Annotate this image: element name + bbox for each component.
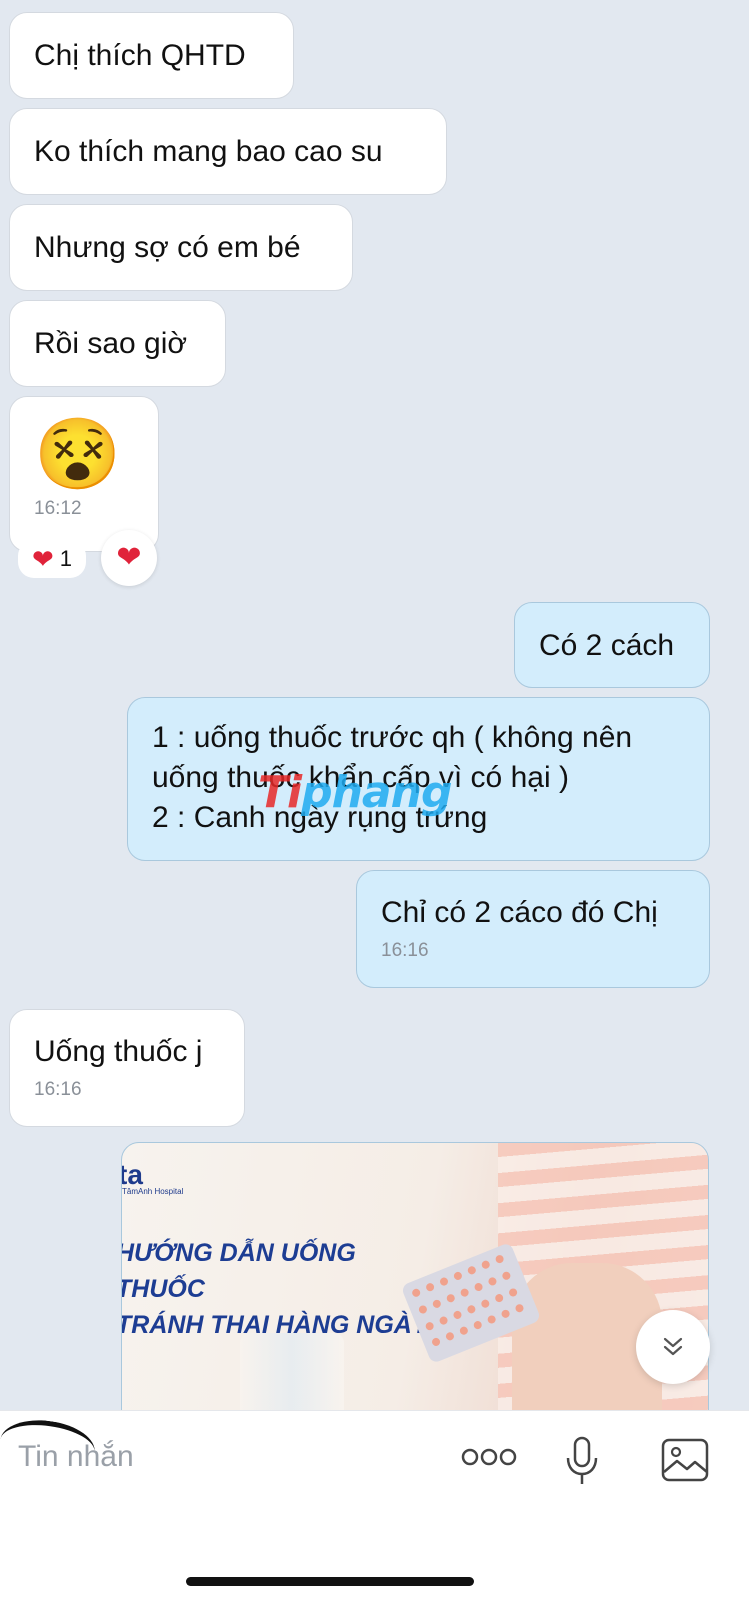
message-text: Uống thuốc j xyxy=(34,1035,203,1068)
ellipsis-icon xyxy=(461,1448,517,1466)
message-text: Rồi sao giờ xyxy=(34,327,188,360)
message-bubble[interactable]: Chỉ có 2 cáco đó Chị 16:16 xyxy=(356,870,710,988)
message-timestamp: 16:16 xyxy=(381,940,429,961)
message-bubble[interactable]: Uống thuốc j 16:16 xyxy=(9,1009,245,1127)
message-input[interactable] xyxy=(18,1431,418,1483)
reaction-count: 1 xyxy=(59,546,73,571)
message-bubble[interactable]: Nhưng sợ có em bé xyxy=(9,204,353,291)
message-bubble[interactable]: Chị thích QHTD xyxy=(9,12,294,99)
microphone-icon xyxy=(566,1436,598,1484)
heart-icon: ❤ xyxy=(116,541,142,574)
voice-message-button[interactable] xyxy=(560,1435,604,1487)
reaction-count-badge[interactable]: ❤ 1 xyxy=(18,540,86,578)
chevron-double-down-icon xyxy=(663,1337,683,1356)
message-timestamp: 16:12 xyxy=(34,498,82,519)
image-icon xyxy=(661,1438,709,1482)
message-bubble[interactable]: 1 : uống thuốc trước qh ( không nên uống… xyxy=(127,697,710,861)
message-timestamp: 16:16 xyxy=(34,1079,82,1100)
home-indicator[interactable] xyxy=(186,1577,474,1586)
message-text: Có 2 cách xyxy=(539,629,675,662)
scroll-to-bottom-button[interactable] xyxy=(636,1310,710,1384)
message-text: Chỉ có 2 cáco đó Chị xyxy=(381,896,658,929)
sticker-bubble[interactable]: 😵 16:12 xyxy=(9,396,159,552)
more-options-button[interactable] xyxy=(460,1435,518,1479)
send-image-button[interactable] xyxy=(660,1435,710,1485)
message-text: Ko thích mang bao cao su xyxy=(34,135,383,168)
message-text: Nhưng sợ có em bé xyxy=(34,231,301,264)
message-bubble[interactable]: Ko thích mang bao cao su xyxy=(9,108,447,195)
heart-icon: ❤ xyxy=(31,544,54,574)
hospital-logo-subtext: TâmAnh Hospital xyxy=(122,1187,184,1196)
message-text: 1 : uống thuốc trước qh ( không nên uống… xyxy=(152,721,633,834)
message-composer xyxy=(0,1410,749,1600)
message-bubble[interactable]: Có 2 cách xyxy=(514,602,710,688)
image-message-card[interactable]: ta TâmAnh Hospital HƯỚNG DẪN UỐNG THUỐC … xyxy=(121,1142,709,1442)
add-reaction-button[interactable]: ❤ xyxy=(101,530,157,586)
card-title: HƯỚNG DẪN UỐNG THUỐC TRÁNH THAI HÀNG NGÀ… xyxy=(121,1239,429,1339)
dizzy-face-icon: 😵 xyxy=(34,415,122,493)
message-text: Chị thích QHTD xyxy=(34,39,246,72)
message-bubble[interactable]: Rồi sao giờ xyxy=(9,300,226,387)
